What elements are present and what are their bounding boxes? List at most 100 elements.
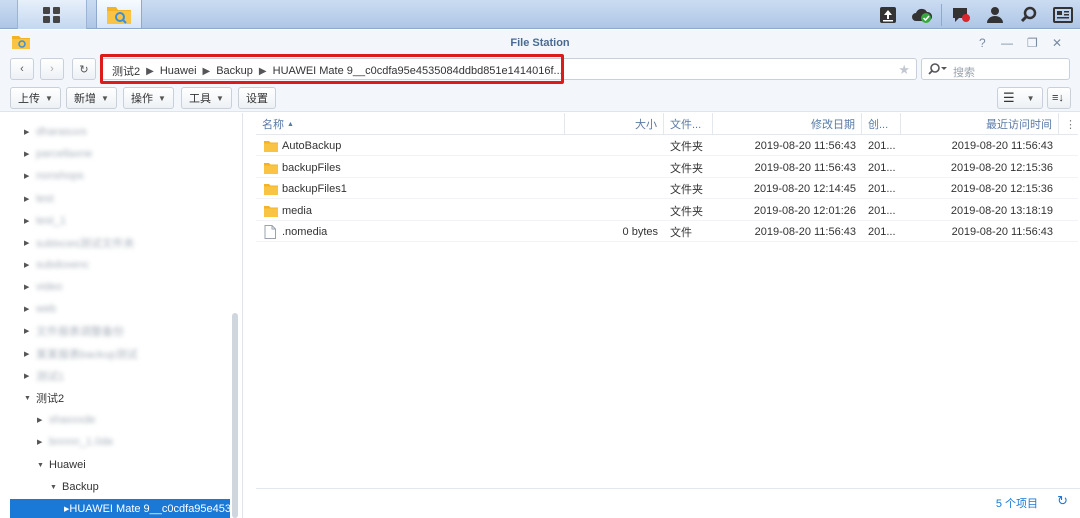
action-label: 操作 <box>131 93 153 105</box>
tree-item-root[interactable]: ▼ 测试2 <box>24 388 64 408</box>
tree-item[interactable]: ▶ 某某报表backup测试 <box>24 344 137 364</box>
column-accessed[interactable]: 最近访问时间 <box>901 113 1059 135</box>
refresh-icon[interactable]: ↻ <box>1057 493 1068 509</box>
back-button[interactable]: ‹ <box>10 58 34 80</box>
caret-down-icon: ▼ <box>101 93 109 103</box>
tree-item-label: 测试1 <box>36 371 65 383</box>
forward-button[interactable]: › <box>40 58 64 80</box>
tree-item-label: HUAWEI Mate 9__c0cdfa95e4535 <box>69 503 230 515</box>
tree-item[interactable]: ▶ 测试1 <box>24 366 64 386</box>
refresh-button[interactable]: ↻ <box>72 58 96 80</box>
file-name-cell: media <box>264 200 564 221</box>
caret-right-icon: ▶ <box>37 417 43 424</box>
caret-right-icon: ▶ <box>24 173 30 180</box>
column-label: 大小 <box>635 119 657 131</box>
table-row[interactable]: media 文件夹 2019-08-20 12:01:26 201... 2019-08… <box>256 200 1078 221</box>
tree-item-label: nonshops <box>36 170 84 182</box>
cloud-sync-icon <box>912 8 933 23</box>
column-type[interactable]: 文件... <box>664 113 713 135</box>
tree-item-label: parcellaxne <box>36 148 93 160</box>
cloud-sync-button[interactable] <box>905 0 939 29</box>
upload-queue-button[interactable] <box>871 0 905 29</box>
file-modified: 2019-08-20 12:14:45 <box>753 182 856 195</box>
tree-item-selected[interactable]: ▶ HUAWEI Mate 9__c0cdfa95e4535 <box>10 499 230 518</box>
window-title: File Station <box>510 37 570 49</box>
sidebar-scrollbar[interactable] <box>232 313 238 518</box>
search-input[interactable]: 搜索 <box>921 58 1070 80</box>
tree-item-label: test_1 <box>36 215 66 227</box>
upload-button[interactable]: 上传 ▼ <box>10 87 61 109</box>
tree-item[interactable]: ▶ video <box>24 277 62 297</box>
sort-icon: ≡↓ <box>1052 92 1064 104</box>
tree-item[interactable]: ▶ test_1 <box>24 211 66 231</box>
taskbar <box>0 0 1080 29</box>
upload-icon <box>880 6 896 23</box>
tree-item-label: 文件报表调整备份 <box>36 326 124 338</box>
search-icon <box>1020 6 1037 22</box>
column-size[interactable]: 大小 <box>565 113 664 135</box>
tree-item[interactable]: ▶ subtxces测试文件夹 <box>24 233 134 253</box>
tree-item[interactable]: ▶ parcellaxne <box>24 144 92 164</box>
widgets-button[interactable] <box>1046 0 1080 29</box>
tree-item-label: subdoxenc <box>36 259 90 271</box>
tools-button[interactable]: 工具 ▼ <box>181 87 232 109</box>
caret-down-icon: ▼ <box>37 461 44 469</box>
tree-item-huawei[interactable]: ▼ Huawei <box>37 455 86 475</box>
star-icon[interactable]: ★ <box>898 62 910 78</box>
tree-item[interactable]: ▶ subdoxenc <box>24 255 89 275</box>
sort-button[interactable]: ≡↓ <box>1047 87 1071 109</box>
item-count: 5 个项目 <box>995 498 1038 510</box>
caret-down-icon: ▼ <box>45 93 53 103</box>
table-row[interactable]: backupFiles1 文件夹 2019-08-20 12:14:45 201...… <box>256 178 1078 199</box>
column-created[interactable]: 创... <box>862 113 901 135</box>
file-type: 文件夹 <box>670 183 703 196</box>
action-button[interactable]: 操作 ▼ <box>123 87 174 109</box>
toolbar: 上传 ▼ 新增 ▼ 操作 ▼ 工具 ▼ 设置 ☰ ▼ ≡↓ <box>0 84 1080 112</box>
caret-right-icon: ▶ <box>24 218 30 225</box>
tree-item[interactable]: ▶ web <box>24 299 56 319</box>
minimize-icon[interactable]: — <box>1001 36 1013 50</box>
tree-item-label: shaxxxde <box>49 414 96 426</box>
column-label: 创... <box>868 119 889 131</box>
file-modified: 2019-08-20 11:56:43 <box>754 139 856 152</box>
table-row[interactable]: .nomedia 0 bytes 文件 2019-08-20 11:56:43 201.… <box>256 221 1078 242</box>
tree-item-backup[interactable]: ▼ Backup <box>50 477 99 497</box>
file-station-icon <box>107 7 131 24</box>
search-icon <box>928 62 948 79</box>
main-menu-icon <box>43 6 60 23</box>
file-type: 文件 <box>670 226 692 239</box>
settings-button[interactable]: 设置 <box>238 87 276 109</box>
create-button[interactable]: 新增 ▼ <box>66 87 117 109</box>
help-icon[interactable]: ? <box>979 36 986 50</box>
tree-item[interactable]: ▶ shaxxxde <box>37 410 95 430</box>
view-mode-button[interactable]: ☰ ▼ <box>997 87 1043 109</box>
tree-item[interactable]: ▶ nonshops <box>24 166 84 186</box>
maximize-icon[interactable]: ❐ <box>1027 36 1038 50</box>
main-menu-button[interactable] <box>17 0 87 29</box>
search-button[interactable] <box>1012 0 1046 29</box>
column-options-button[interactable]: ⋮ <box>1059 113 1078 135</box>
file-station-taskbar-button[interactable] <box>96 0 142 29</box>
close-icon[interactable]: ✕ <box>1052 36 1062 50</box>
column-modified[interactable]: 修改日期 <box>713 113 862 135</box>
notifications-button[interactable] <box>944 0 978 29</box>
tree-item[interactable]: ▶ dharasuvs <box>24 122 87 142</box>
tree-item[interactable]: ▶ test <box>24 189 54 209</box>
tree-item[interactable]: ▶ 文件报表调整备份 <box>24 321 124 341</box>
notification-icon <box>953 7 970 22</box>
tree-item-label: test <box>36 193 54 205</box>
taskbar-divider <box>941 3 942 26</box>
tree-item-label: Huawei <box>49 459 86 471</box>
column-name[interactable]: 名称 ▲ <box>256 113 565 135</box>
table-row[interactable]: backupFiles 文件夹 2019-08-20 11:56:43 201... 2… <box>256 157 1078 178</box>
folder-icon <box>264 140 280 152</box>
tree-item[interactable]: ▶ bnnnn_1.0de <box>37 432 113 452</box>
file-accessed: 2019-08-20 11:56:43 <box>951 225 1053 238</box>
file-size <box>565 178 658 199</box>
table-row[interactable]: AutoBackup 文件夹 2019-08-20 11:56:43 201... 20… <box>256 135 1078 156</box>
folder-tree: ▶ dharasuvs ▶ parcellaxne ▶ nonshops ▶ test … <box>0 113 243 518</box>
column-label: 名称 <box>262 119 284 131</box>
tree-item-label: 某某报表backup测试 <box>36 349 138 361</box>
user-button[interactable] <box>978 0 1012 29</box>
user-icon <box>987 6 1003 23</box>
